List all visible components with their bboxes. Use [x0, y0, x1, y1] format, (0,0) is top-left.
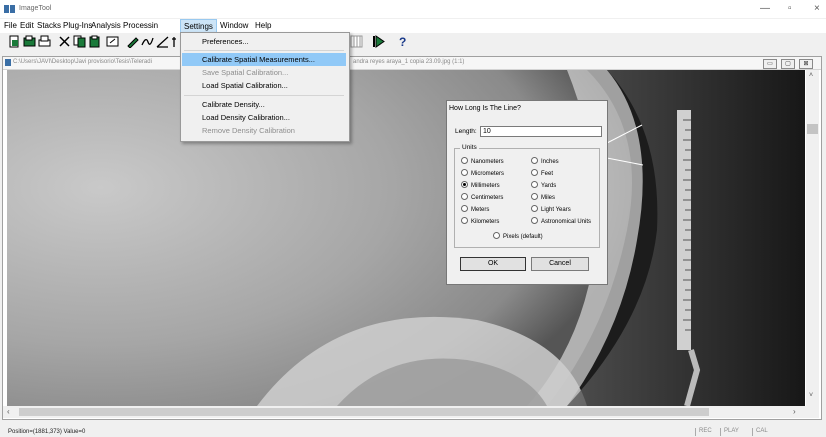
angle-icon[interactable]: [156, 35, 169, 48]
image-canvas[interactable]: [7, 70, 805, 406]
menu-item-preferences[interactable]: Preferences...: [182, 35, 346, 48]
dialog-title: How Long Is The Line?: [449, 105, 521, 112]
units-label: Units: [460, 144, 479, 151]
document-titlebar: C:\Users\JAVI\Desktop\Javi provisorio\Te…: [3, 57, 821, 70]
print-icon[interactable]: [38, 35, 51, 48]
radio-miles[interactable]: Miles: [531, 193, 555, 201]
menu-bar: File Edit Stacks Plug-Ins Analysis Proce…: [0, 19, 826, 34]
document-path: C:\Users\JAVI\Desktop\Javi provisorio\Te…: [13, 59, 152, 65]
app-icon: [4, 5, 15, 13]
status-play: PLAY: [720, 428, 739, 436]
window-title: ImageTool: [19, 5, 52, 12]
toolbar: ?: [0, 33, 826, 51]
copy-icon[interactable]: [73, 35, 86, 48]
menu-file[interactable]: File: [4, 21, 17, 30]
ok-button[interactable]: OK: [460, 257, 526, 271]
radio-yards[interactable]: Yards: [531, 181, 556, 189]
radio-light-years[interactable]: Light Years: [531, 205, 571, 213]
settings-dropdown-menu: Preferences... Calibrate Spatial Measure…: [180, 32, 350, 142]
scroll-right-icon[interactable]: ›: [793, 407, 796, 416]
radio-inches[interactable]: Inches: [531, 157, 559, 165]
minimize-button[interactable]: —: [760, 3, 770, 14]
vertical-scroll-thumb[interactable]: [807, 124, 818, 134]
menu-analysis[interactable]: Analysis: [91, 21, 121, 30]
radio-centimeters[interactable]: Centimeters: [461, 193, 503, 201]
new-icon[interactable]: [8, 35, 21, 48]
scroll-up-icon[interactable]: ˄: [809, 72, 813, 79]
radio-micrometers[interactable]: Micrometers: [461, 169, 504, 177]
menu-item-save-spatial-calibration: Save Spatial Calibration...: [202, 68, 289, 77]
menu-plugins[interactable]: Plug-Ins: [63, 21, 92, 30]
doc-icon: [5, 59, 11, 66]
doc-minimize-button[interactable]: ▭: [763, 59, 777, 69]
status-bar: Position=(1881,373) Value=0 REC PLAY CAL: [0, 428, 826, 437]
scroll-down-icon[interactable]: ˅: [809, 392, 813, 399]
help-icon[interactable]: ?: [396, 35, 409, 49]
document-window: C:\Users\JAVI\Desktop\Javi provisorio\Te…: [2, 56, 822, 420]
radio-astronomical-units[interactable]: Astronomical Units: [531, 217, 591, 225]
radio-pixels[interactable]: Pixels (default): [493, 232, 543, 240]
vertical-scrollbar[interactable]: ˄ ˅: [806, 70, 819, 406]
play-icon[interactable]: [372, 35, 385, 48]
menu-item-load-density-calibration[interactable]: Load Density Calibration...: [182, 111, 346, 124]
radio-feet[interactable]: Feet: [531, 169, 553, 177]
menu-item-load-spatial-calibration[interactable]: Load Spatial Calibration...: [182, 79, 346, 92]
menu-processing[interactable]: Processin: [123, 21, 180, 30]
length-label: Length:: [455, 128, 477, 135]
status-rec: REC: [695, 428, 712, 436]
length-input[interactable]: 10: [480, 126, 602, 137]
menu-stacks[interactable]: Stacks: [37, 21, 61, 30]
cancel-button[interactable]: Cancel: [531, 257, 589, 271]
status-position-readout: Position=(1881,373) Value=0: [8, 429, 86, 435]
pencil-icon[interactable]: [126, 35, 139, 49]
open-icon[interactable]: [23, 35, 36, 48]
horizontal-scroll-thumb[interactable]: [19, 408, 709, 416]
menu-separator: [184, 50, 344, 51]
menu-window[interactable]: Window: [220, 21, 248, 30]
undo-icon[interactable]: [106, 35, 119, 48]
radio-millimeters[interactable]: Millimeters: [461, 181, 500, 189]
doc-restore-button[interactable]: ▢: [781, 59, 795, 69]
grid-icon[interactable]: [350, 35, 363, 48]
paste-icon[interactable]: [88, 35, 101, 48]
menu-item-remove-density-calibration: Remove Density Calibration: [202, 126, 295, 135]
status-cal: CAL: [752, 428, 768, 436]
horizontal-scrollbar[interactable]: ‹ ›: [3, 406, 819, 418]
svg-text:?: ?: [399, 35, 406, 48]
freehand-icon[interactable]: [141, 35, 154, 48]
menu-item-calibrate-spatial[interactable]: Calibrate Spatial Measurements...: [182, 53, 346, 66]
line-length-dialog: How Long Is The Line? Length: 10 Units N…: [446, 100, 608, 285]
menu-item-calibrate-density[interactable]: Calibrate Density...: [182, 98, 346, 111]
menu-separator: [184, 95, 344, 96]
title-bar: ImageTool — ▫ ×: [0, 0, 826, 18]
scroll-left-icon[interactable]: ‹: [7, 407, 10, 416]
units-groupbox: Units Nanometers Inches Micrometers Feet…: [454, 144, 600, 248]
menu-edit[interactable]: Edit: [20, 21, 34, 30]
document-filename: andra reyes araya_1 copia 23.09.jpg (1:1…: [353, 59, 465, 65]
cut-icon[interactable]: [58, 35, 71, 48]
radio-meters[interactable]: Meters: [461, 205, 489, 213]
close-button[interactable]: ×: [814, 3, 820, 14]
radio-nanometers[interactable]: Nanometers: [461, 157, 504, 165]
menu-help[interactable]: Help: [255, 21, 271, 30]
radio-kilometers[interactable]: Kilometers: [461, 217, 499, 225]
doc-close-button[interactable]: ⊠: [799, 59, 813, 69]
maximize-button[interactable]: ▫: [788, 3, 792, 14]
